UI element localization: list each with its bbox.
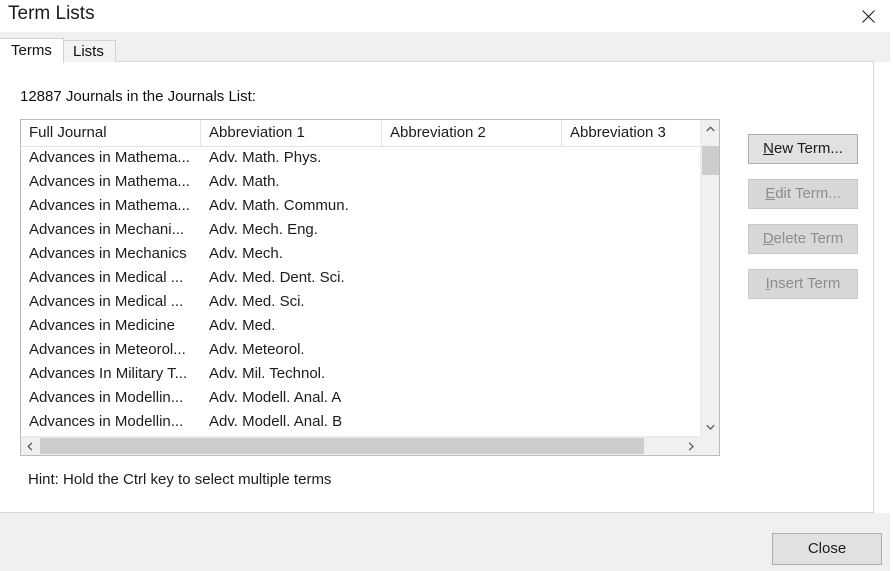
table-row[interactable]: Advances in Meteorol... Adv. Meteorol. — [21, 338, 700, 362]
table-row[interactable]: Advances in Mathema... Adv. Math. Phys. — [21, 146, 700, 170]
table-cell — [562, 218, 700, 242]
hint-text: Hint: Hold the Ctrl key to select multip… — [28, 471, 332, 488]
chevron-up-icon[interactable] — [701, 120, 719, 138]
table-cell: Advances in Mechani... — [29, 221, 185, 238]
table-cell — [562, 410, 700, 434]
vertical-scrollbar[interactable] — [700, 120, 719, 436]
vertical-scrollbar-thumb[interactable] — [702, 146, 719, 175]
table-cell: Advances in Meteorol... — [29, 341, 186, 358]
journal-count-label: 12887 Journals in the Journals List: — [20, 88, 256, 105]
table-cell: Advances in Mathema... — [29, 197, 190, 214]
table-cell — [382, 410, 562, 434]
table-cell: Advances in Mathema... — [29, 173, 190, 190]
delete-term-label: elete Term — [773, 230, 844, 247]
table-cell: Adv. Mech. — [209, 245, 283, 262]
table-cell — [382, 290, 562, 314]
insert-term-button[interactable]: Insert Term — [748, 269, 858, 299]
table-cell: Advances in Mathema... — [29, 149, 190, 166]
horizontal-scrollbar[interactable] — [21, 436, 700, 455]
table-row[interactable]: Advances in Mechanics Adv. Mech. — [21, 242, 700, 266]
table-row[interactable]: Advances in Medical ... Adv. Med. Sci. — [21, 290, 700, 314]
page-title: Term Lists — [8, 3, 95, 24]
term-lists-dialog: Term Lists Terms Lists 12887 Journals in… — [0, 0, 893, 571]
table-cell: Adv. Med. Sci. — [209, 293, 305, 310]
table-cell: Advances in Mechanics — [29, 245, 187, 262]
column-header-abbreviation-2[interactable]: Abbreviation 2 — [382, 120, 562, 146]
column-header-abbreviation-1[interactable]: Abbreviation 1 — [201, 120, 382, 146]
table-cell — [562, 314, 700, 338]
chevron-left-icon[interactable] — [21, 437, 39, 455]
table-row[interactable]: Advances in Mathema... Adv. Math. Commun. — [21, 194, 700, 218]
delete-term-accel: D — [762, 230, 774, 247]
insert-term-label: nsert Term — [769, 275, 841, 292]
table-row[interactable]: Advances in Modellin... Adv. Modell. Anal… — [21, 386, 700, 410]
table-cell: Advances in Modellin... — [29, 389, 184, 406]
tab-strip: Terms Lists — [0, 32, 893, 63]
table-cell: Adv. Meteorol. — [209, 341, 305, 358]
table-cell: Adv. Modell. Anal. B — [209, 413, 343, 430]
table-cell: Adv. Math. Commun. — [209, 197, 349, 214]
table-row[interactable]: Advances in Mathema... Adv. Math. — [21, 170, 700, 194]
table-cell — [562, 170, 700, 194]
table-cell: Adv. Modell. Anal. A — [209, 389, 342, 406]
table-cell: Advances in Medical ... — [29, 293, 184, 310]
table-row[interactable]: Advances in Mechani... Adv. Mech. Eng. — [21, 218, 700, 242]
tab-terms[interactable]: Terms — [0, 38, 64, 63]
chevron-right-icon[interactable] — [682, 437, 700, 455]
close-button[interactable]: Close — [772, 533, 882, 565]
table-cell: Adv. Math. — [209, 173, 280, 190]
edit-term-accel: E — [765, 185, 776, 202]
horizontal-scrollbar-thumb[interactable] — [40, 438, 644, 454]
table-cell — [382, 194, 562, 218]
table-cell: Adv. Med. Dent. Sci. — [209, 269, 345, 286]
table-cell — [382, 314, 562, 338]
table-cell: Advances in Medical ... — [29, 269, 184, 286]
table-cell — [382, 170, 562, 194]
edit-term-button[interactable]: Edit Term... — [748, 179, 858, 209]
dialog-footer: Close — [0, 513, 893, 571]
table-cell: Adv. Mech. Eng. — [209, 221, 318, 238]
table-row[interactable]: Advances in Medical ... Adv. Med. Dent. S… — [21, 266, 700, 290]
table-row[interactable]: Advances in Modellin... Adv. Modell. Anal… — [21, 410, 700, 434]
table-cell — [382, 338, 562, 362]
table-cell: Adv. Med. — [209, 317, 276, 334]
list-rows-container: Advances in Mathema... Adv. Math. Phys. Ad… — [21, 146, 700, 436]
table-cell — [382, 362, 562, 386]
table-cell — [562, 290, 700, 314]
table-cell — [562, 146, 700, 170]
table-cell — [382, 242, 562, 266]
new-term-button[interactable]: New Term... — [748, 134, 858, 164]
list-header-row: Full Journal Abbreviation 1 Abbreviation… — [21, 120, 700, 147]
chevron-down-icon[interactable] — [701, 418, 719, 436]
new-term-label: ew Term... — [773, 140, 843, 157]
table-cell: Adv. Mil. Technol. — [209, 365, 326, 382]
table-cell: Advances in Medicine — [29, 317, 175, 334]
edit-term-label: dit Term... — [775, 185, 841, 202]
table-cell: Advances In Military T... — [29, 365, 188, 382]
table-cell: Adv. Math. Phys. — [209, 149, 322, 166]
table-cell — [382, 386, 562, 410]
table-cell — [382, 266, 562, 290]
table-cell: Advances in Modellin... — [29, 413, 184, 430]
table-row[interactable]: Advances in Medicine Adv. Med. — [21, 314, 700, 338]
delete-term-button[interactable]: Delete Term — [748, 224, 858, 254]
tab-lists[interactable]: Lists — [61, 40, 116, 62]
table-cell — [382, 218, 562, 242]
terms-list[interactable]: Full Journal Abbreviation 1 Abbreviation… — [20, 119, 720, 456]
column-header-full-journal[interactable]: Full Journal — [21, 120, 201, 146]
table-cell — [562, 242, 700, 266]
table-cell — [562, 338, 700, 362]
table-cell — [562, 266, 700, 290]
table-cell — [562, 362, 700, 386]
table-row[interactable]: Advances In Military T... Adv. Mil. Techn… — [21, 362, 700, 386]
table-cell — [382, 146, 562, 170]
scrollbar-corner — [700, 436, 719, 455]
close-x-icon[interactable] — [851, 2, 885, 30]
terms-tab-panel: 12887 Journals in the Journals List: Ful… — [0, 61, 874, 513]
new-term-accel: N — [763, 140, 774, 157]
column-header-abbreviation-3[interactable]: Abbreviation 3 — [562, 120, 700, 146]
table-cell — [562, 386, 700, 410]
table-cell — [562, 194, 700, 218]
title-bar: Term Lists — [0, 0, 893, 32]
